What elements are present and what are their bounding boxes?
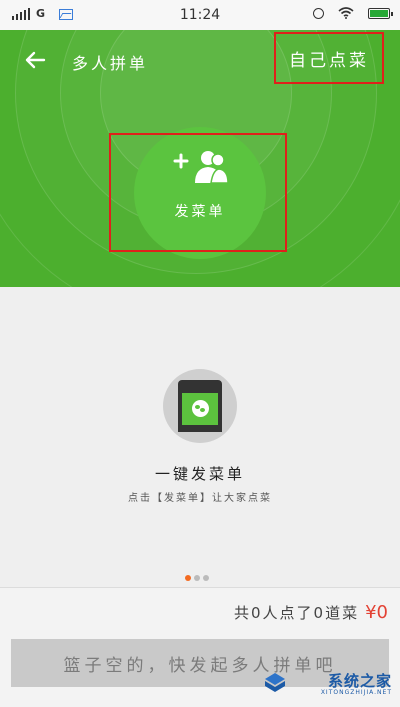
- promo-headline: 一键发菜单: [154, 465, 245, 483]
- watermark-text: 系统之家: [327, 672, 392, 690]
- watermark-subtext: XITONGZHIJIA.NET: [320, 689, 392, 696]
- nav-bar: 多人拼单 自己点菜: [0, 30, 400, 92]
- wechat-icon: [192, 400, 209, 417]
- self-order-button[interactable]: 自己点菜: [274, 32, 384, 84]
- phone-illustration: [163, 369, 237, 443]
- highlight-box: [109, 133, 287, 252]
- promo-area: 一键发菜单 点击【发菜单】让大家点菜: [0, 287, 400, 587]
- order-summary: 共0人点了0道菜 ¥0: [234, 602, 388, 623]
- watermark-logo: [265, 673, 285, 692]
- pager-dot[interactable]: [185, 575, 191, 581]
- wifi-icon: [338, 7, 354, 19]
- summary-text: 共0人点了0道菜: [234, 604, 360, 622]
- battery-icon: [368, 7, 393, 19]
- arrow-left-icon[interactable]: [24, 51, 46, 69]
- pager-dots: [185, 575, 209, 581]
- total-price: ¥0: [365, 602, 388, 623]
- page-title: 多人拼单: [72, 54, 149, 73]
- pager-dot[interactable]: [203, 575, 209, 581]
- app-screen: G 11:24 多人拼单 自己点菜 发菜单 一键发菜单 点击【发菜单】让大家点菜…: [0, 0, 400, 707]
- status-icons: [313, 7, 393, 19]
- phone-icon: [178, 380, 222, 432]
- alarm-icon: [313, 7, 324, 19]
- cart-bar: 共0人点了0道菜 ¥0 篮子空的，快发起多人拼单吧 系统之家 XITONGZHIJ…: [0, 587, 400, 707]
- promo-subline: 点击【发菜单】让大家点菜: [128, 493, 272, 504]
- status-bar: G 11:24: [0, 0, 400, 30]
- hero-panel: 多人拼单 自己点菜 发菜单: [0, 30, 400, 287]
- pager-dot[interactable]: [194, 575, 200, 581]
- watermark: 系统之家 XITONGZHIJIA.NET: [264, 666, 392, 700]
